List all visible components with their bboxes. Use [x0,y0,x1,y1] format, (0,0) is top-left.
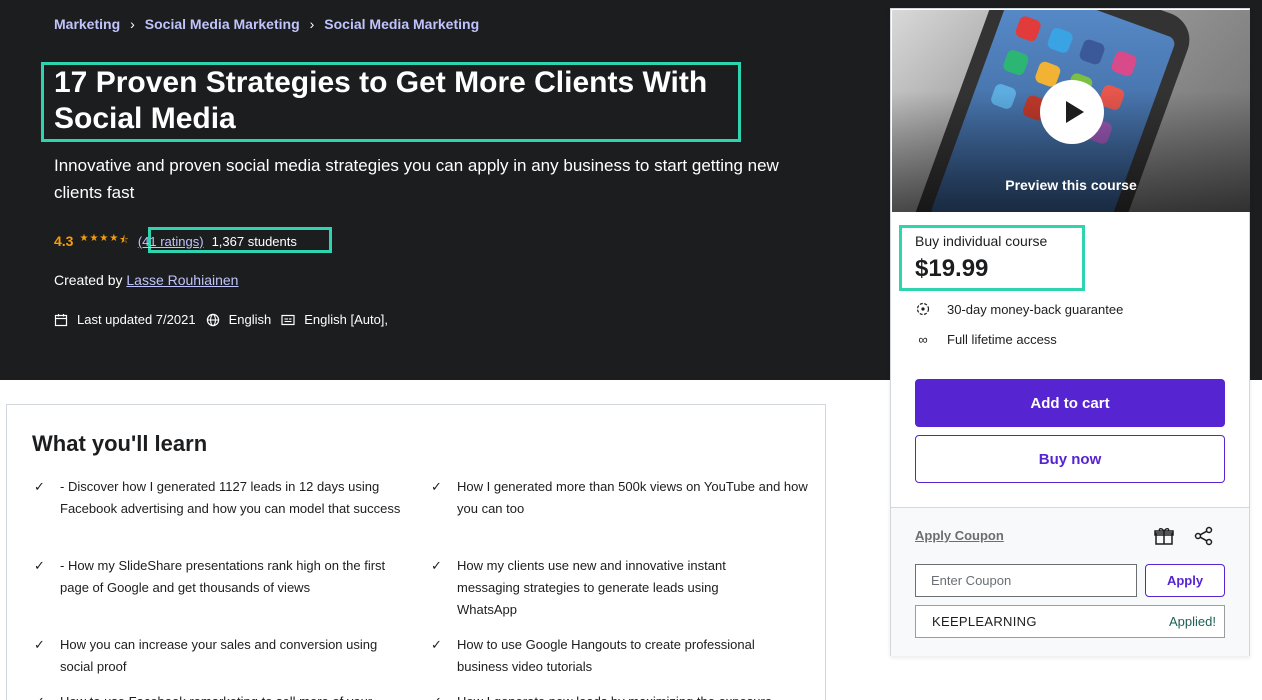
what-youll-learn: What you'll learn ✓ - Discover how I gen… [6,404,826,700]
learn-item-text: - How my SlideShare presentations rank h… [60,558,386,595]
learn-item: ✓ How I generate new leads by maximizing… [429,691,809,700]
check-icon: ✓ [431,558,442,573]
applied-coupon: KEEPLEARNING Applied! [915,605,1225,638]
learn-item-text: How to use Facebook remarketing to sell … [60,691,372,700]
breadcrumb-item-marketing[interactable]: Marketing [54,16,120,32]
learn-item: ✓ How to use Facebook remarketing to sel… [32,691,402,700]
share-icon[interactable] [1193,525,1215,547]
purchase-card: Preview this course Buy individual cours… [890,8,1250,656]
last-updated: Last updated 7/2021 [54,312,196,327]
coupon-input[interactable] [915,564,1137,597]
chevron-right-icon: › [130,16,135,32]
course-title: 17 Proven Strategies to Get More Clients… [54,66,708,135]
students-count: 1,367 students [211,233,297,249]
globe-icon [206,313,219,326]
star-rating: ★ ★ ★ ★ ⯪ [79,233,129,250]
feature-guarantee-text: 30-day money-back guarantee [947,301,1124,317]
captions-text: English [Auto], [304,312,389,327]
star-icon: ★ [109,232,120,244]
buy-now-button[interactable]: Buy now [915,435,1225,483]
course-meta: Last updated 7/2021 English English [Aut… [54,312,398,327]
check-icon: ✓ [429,691,457,700]
feature-guarantee: 30-day money-back guarantee [915,301,1123,317]
course-subtitle: Innovative and proven social media strat… [54,156,779,202]
add-to-cart-button[interactable]: Add to cart [915,379,1225,427]
course-preview[interactable]: Preview this course [892,10,1250,212]
applied-coupon-code: KEEPLEARNING [932,614,1037,629]
feature-lifetime: ∞ Full lifetime access [915,331,1057,347]
breadcrumb: Marketing › Social Media Marketing › Soc… [54,16,479,32]
check-icon: ✓ [32,691,60,700]
play-icon[interactable] [1040,80,1104,144]
captions: English [Auto], [281,312,388,327]
learn-item: ✓ How you can increase your sales and co… [32,634,402,678]
learn-item: ✓ - How my SlideShare presentations rank… [32,555,402,599]
breadcrumb-item-social-media-marketing-topic[interactable]: Social Media Marketing [324,16,479,32]
learn-item-text: - Discover how I generated 1127 leads in… [60,479,401,516]
check-icon: ✓ [431,637,442,652]
rating-row: 4.3 ★ ★ ★ ★ ⯪ (41 ratings) 1,367 student… [54,232,297,250]
star-icon: ★ [99,232,110,244]
captions-icon [281,314,295,325]
learn-item: ✓ How to use Google Hangouts to create p… [429,634,799,678]
chevron-right-icon: › [309,16,315,32]
breadcrumb-item-social-media-marketing[interactable]: Social Media Marketing [145,16,300,32]
learn-item-text: How I generate new leads by maximizing t… [457,691,772,700]
learn-item-text: How my clients use new and innovative in… [457,558,726,617]
learn-item-text: How to use Google Hangouts to create pro… [457,637,755,674]
star-icon: ★ [79,232,90,244]
check-icon: ✓ [34,479,45,494]
calendar-icon [54,313,68,326]
created-by-label: Created by [54,272,123,288]
check-icon: ✓ [34,558,45,573]
infinity-icon: ∞ [918,331,928,347]
star-half-icon: ⯪ [119,234,130,246]
clock-guarantee-icon [916,302,930,316]
course-price: $19.99 [915,255,989,282]
learn-item-text: How I generated more than 500k views on … [457,479,808,516]
language-text: English [228,312,272,327]
coupon-apply-button[interactable]: Apply [1145,564,1225,597]
rating-value: 4.3 [54,233,74,249]
learn-item: ✓ - Discover how I generated 1127 leads … [32,476,402,520]
learn-item: ✓ How I generated more than 500k views o… [429,476,809,520]
applied-coupon-status: Applied! [1169,614,1216,629]
learn-heading: What you'll learn [32,431,208,456]
apply-coupon-link[interactable]: Apply Coupon [915,528,1004,543]
ratings-link[interactable]: (41 ratings) [138,234,204,249]
feature-lifetime-text: Full lifetime access [947,331,1057,347]
star-icon: ★ [89,232,100,244]
learn-item: ✓ How my clients use new and innovative … [429,555,769,621]
price-label: Buy individual course [915,233,1048,249]
check-icon: ✓ [431,479,442,494]
created-by: Created by Lasse Rouhiainen [54,272,238,288]
learn-item-text: How you can increase your sales and conv… [60,637,378,674]
language: English [206,312,272,327]
instructor-link[interactable]: Lasse Rouhiainen [126,272,238,288]
last-updated-text: Last updated 7/2021 [77,312,196,327]
check-icon: ✓ [34,637,45,652]
coupon-section: Apply Coupon Apply KEEPLEARNING Applied! [891,507,1249,656]
preview-label: Preview this course [1005,177,1137,193]
gift-icon[interactable] [1153,525,1175,547]
